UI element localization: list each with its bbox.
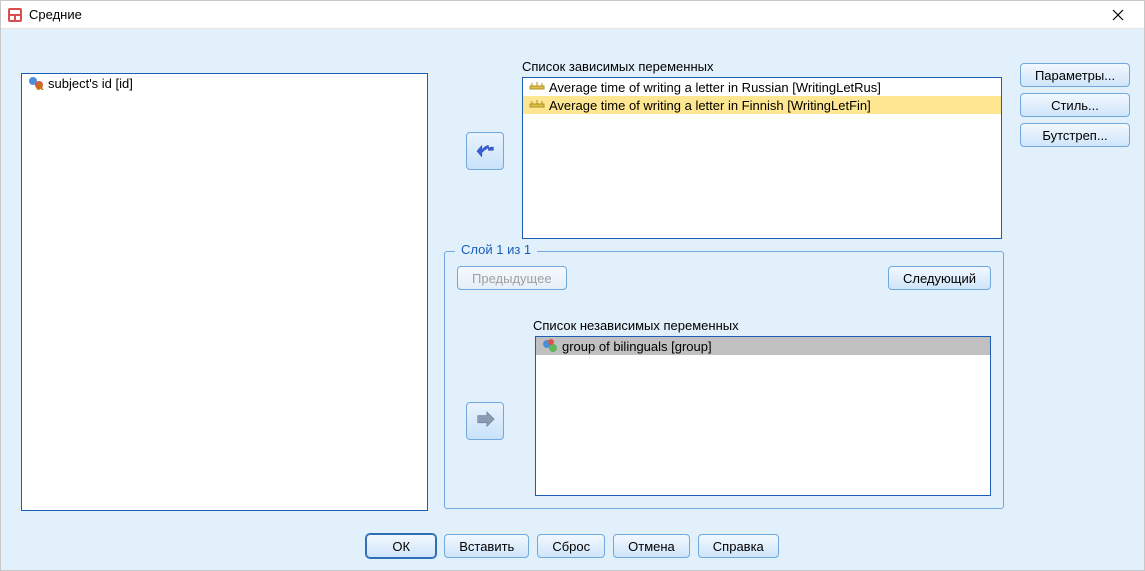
bootstrap-button[interactable]: Бутстреп...	[1020, 123, 1130, 147]
list-item-label: Average time of writing a letter in Russ…	[549, 80, 881, 95]
right-button-column: Параметры... Стиль... Бутстреп...	[1020, 63, 1130, 147]
list-item[interactable]: group of bilinguals [group]	[536, 337, 990, 355]
list-item[interactable]: Average time of writing a letter in Finn…	[523, 96, 1001, 114]
list-item-label: group of bilinguals [group]	[562, 339, 712, 354]
list-item[interactable]: a subject's id [id]	[22, 74, 427, 92]
dependent-variable-list[interactable]: Average time of writing a letter in Russ…	[522, 77, 1002, 239]
independent-list-label: Список независимых переменных	[533, 318, 739, 333]
close-button[interactable]	[1098, 3, 1138, 27]
app-icon	[7, 7, 23, 23]
titlebar: Средние	[1, 1, 1144, 29]
paste-button[interactable]: Вставить	[444, 534, 529, 558]
cancel-button[interactable]: Отмена	[613, 534, 690, 558]
reset-button[interactable]: Сброс	[537, 534, 605, 558]
bottom-button-row: ОК Вставить Сброс Отмена Справка	[1, 534, 1144, 558]
nominal-icon: a	[28, 75, 44, 91]
list-item-label: subject's id [id]	[48, 76, 133, 91]
scale-icon	[529, 79, 545, 95]
layer-groupbox: Слой 1 из 1 Предыдущее Следующий Список …	[444, 251, 1004, 509]
dialog-body: a subject's id [id] Список зависимых пер…	[1, 29, 1144, 570]
ok-button[interactable]: ОК	[366, 534, 436, 558]
previous-layer-button[interactable]: Предыдущее	[457, 266, 567, 290]
dependent-list-label: Список зависимых переменных	[522, 59, 713, 74]
move-to-source-button[interactable]	[466, 132, 504, 170]
style-button[interactable]: Стиль...	[1020, 93, 1130, 117]
list-item[interactable]: Average time of writing a letter in Russ…	[523, 78, 1001, 96]
source-variable-list[interactable]: a subject's id [id]	[21, 73, 428, 511]
svg-text:a: a	[36, 78, 44, 91]
parameters-button[interactable]: Параметры...	[1020, 63, 1130, 87]
help-button[interactable]: Справка	[698, 534, 779, 558]
layer-legend: Слой 1 из 1	[455, 242, 537, 257]
scale-icon	[529, 97, 545, 113]
move-to-independent-button[interactable]	[466, 402, 504, 440]
independent-variable-list[interactable]: group of bilinguals [group]	[535, 336, 991, 496]
next-layer-button[interactable]: Следующий	[888, 266, 991, 290]
nominal-icon	[542, 338, 558, 354]
means-dialog-window: Средние a subject's id [id] Список завис…	[0, 0, 1145, 571]
window-title: Средние	[29, 7, 1098, 22]
list-item-label: Average time of writing a letter in Finn…	[549, 98, 871, 113]
